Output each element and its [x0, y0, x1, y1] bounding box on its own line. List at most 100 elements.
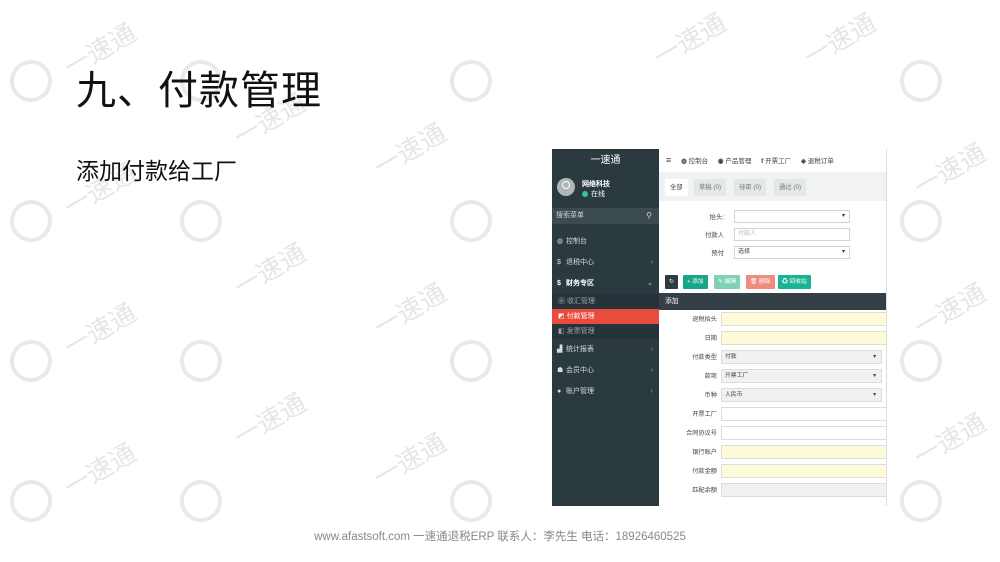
sidebar-item-members[interactable]: ☗ 会员中心 ‹ [552, 360, 659, 381]
sidebar-item-tax-refund[interactable]: $ 退税中心 ‹ [552, 252, 659, 273]
sidebar-subitem-payments[interactable]: ◩ 付款管理 [552, 309, 659, 324]
tab-pending[interactable]: 待审 (0) [734, 179, 767, 196]
filter-panel: 抬头: ▾ 付款人 付款人 预付 选择 ▾ [659, 201, 886, 269]
caret-down-icon: ▾ [873, 354, 876, 360]
field-label: 开票工厂 [692, 411, 717, 418]
factory-icon: f [761, 158, 764, 165]
menu-search[interactable]: 搜索菜单 ⚲ [552, 208, 659, 224]
add-button[interactable]: + 添加 [683, 275, 708, 289]
dashboard-icon: ◍ [681, 158, 687, 165]
watermark-text: 一速通 [648, 8, 732, 74]
footer-contact: www.afastsoft.com 一速通退税ERP 联系人：李先生 电话：18… [314, 531, 686, 543]
tab-approved[interactable]: 通过 (0) [774, 179, 807, 196]
user-status: 在线 [582, 189, 605, 199]
prepay-select[interactable]: 选择 ▾ [734, 246, 850, 259]
sidebar-item-finance[interactable]: $ 财务专区 ⌄ [552, 273, 659, 294]
recycle-bin-button[interactable]: ♻ 回收站 [778, 275, 811, 289]
form-row: 退税抬头 [659, 310, 886, 329]
watermark-text: 一速通 [798, 8, 882, 74]
sidebar-item-label: 财务专区 [566, 280, 594, 287]
app-screenshot: 一速通 网络科技 在线 搜索菜单 ⚲ ◍ 控制台 $ 退税中心 ‹ $ 财务专区 ⌄ ▦ … [552, 149, 887, 506]
info-icon: ● [557, 388, 562, 395]
delete-button[interactable]: 🗑 删除 [746, 275, 775, 289]
dialog-title: 添加 [659, 293, 886, 310]
sidebar-item-accounts[interactable]: ● 账户管理 ‹ [552, 381, 659, 402]
watermark-logo-icon [442, 192, 500, 250]
menu-toggle-icon[interactable]: ≡ [666, 155, 671, 165]
form-row: 款项 开票工厂 ▾ [659, 367, 886, 386]
refresh-button[interactable]: ↻ [665, 275, 678, 289]
watermark-logo-icon [892, 332, 950, 390]
watermark-logo-icon [442, 472, 500, 530]
chevron-down-icon: ⌄ [647, 280, 653, 287]
user-panel: 网络科技 在线 [552, 173, 659, 203]
payment-type-select[interactable]: 付款 ▾ [721, 350, 882, 364]
form-row: 匹配余额 [659, 481, 886, 500]
avatar[interactable] [557, 178, 575, 196]
sidebar-menu: ◍ 控制台 $ 退税中心 ‹ $ 财务专区 ⌄ ▦ 收汇管理 ◩ 付款管理 ◧ 发票管理 … [552, 231, 659, 402]
watermark-logo-icon [2, 52, 60, 110]
factory-input[interactable] [721, 407, 886, 421]
nav-dashboard[interactable]: ◍ 控制台 [681, 158, 708, 165]
header-select[interactable]: ▾ [734, 210, 850, 223]
nav-label: 开票工厂 [765, 158, 792, 165]
nav-orders[interactable]: ◈ 退税订单 [801, 158, 834, 165]
field-label: 银行账户 [692, 449, 717, 456]
users-icon: ☗ [557, 367, 564, 374]
toolbar: ↻ + 添加 ✎ 编辑 🗑 删除 ♻ 回收站 [659, 274, 886, 291]
field-label: 币种 [704, 392, 717, 399]
watermark-logo-icon [442, 52, 500, 110]
payment-amount-input[interactable] [721, 464, 886, 478]
nav-products[interactable]: ◉ 产品管理 [718, 158, 751, 165]
watermark-logo-icon [172, 472, 230, 530]
watermark-text: 一速通 [368, 118, 452, 184]
tab-draft[interactable]: 草稿 (0) [694, 179, 727, 196]
dollar-icon: $ [557, 280, 561, 287]
sidebar-item-reports[interactable]: ▟ 统计报表 ‹ [552, 339, 659, 360]
field-label: 退税抬头 [692, 316, 717, 323]
main-content: ≡ ◍ 控制台 ◉ 产品管理 f 开票工厂 ◈ 退税订单 全部 草稿 (0) 待… [659, 149, 886, 506]
search-icon[interactable]: ⚲ [642, 208, 652, 224]
select-value: 人民币 [725, 392, 743, 398]
select-value: 开票工厂 [725, 373, 749, 379]
caret-down-icon: ▾ [873, 392, 876, 398]
form-row: 付款金额 [659, 462, 886, 481]
sidebar-item-dashboard[interactable]: ◍ 控制台 [552, 231, 659, 252]
caret-down-icon: ▾ [841, 249, 845, 255]
tax-header-input[interactable] [721, 312, 886, 326]
sidebar-subitem-invoices[interactable]: ◧ 发票管理 [552, 324, 659, 339]
menu-search-input[interactable]: 搜索菜单 [552, 212, 584, 219]
prepay-label: 预付 [711, 250, 724, 257]
watermark-text: 一速通 [908, 408, 992, 474]
sidebar-subitem-receipts[interactable]: ▦ 收汇管理 [552, 294, 659, 309]
sidebar-subitem-label: 收汇管理 [566, 298, 595, 305]
currency-select[interactable]: 人民币 ▾ [721, 388, 882, 402]
watermark-text: 一速通 [368, 278, 452, 344]
edit-button[interactable]: ✎ 编辑 [714, 275, 741, 289]
field-label: 日期 [704, 335, 717, 342]
prepay-value: 选择 [738, 249, 751, 255]
watermark-text: 一速通 [908, 278, 992, 344]
tab-all[interactable]: 全部 [665, 179, 688, 196]
form-row: 日期 [659, 329, 886, 348]
payee-input[interactable]: 付款人 [734, 228, 850, 241]
watermark-logo-icon [172, 332, 230, 390]
bank-icon: ▦ [558, 298, 565, 305]
bank-account-input[interactable] [721, 445, 886, 459]
payment-item-select[interactable]: 开票工厂 ▾ [721, 369, 882, 383]
dollar-icon: $ [557, 259, 561, 266]
nav-factories[interactable]: f 开票工厂 [761, 158, 791, 165]
slide-subtitle: 添加付款给工厂 [76, 159, 237, 185]
watermark-logo-icon [892, 52, 950, 110]
form-row: 合同协议号 [659, 424, 886, 443]
date-input[interactable] [721, 331, 886, 345]
watermark-text: 一速通 [58, 298, 142, 364]
sidebar-item-label: 会员中心 [566, 367, 594, 374]
contract-number-input[interactable] [721, 426, 886, 440]
nav-label: 产品管理 [725, 158, 752, 165]
watermark-text: 一速通 [368, 428, 452, 494]
form-row: 开票工厂 [659, 405, 886, 424]
watermark-logo-icon [172, 192, 230, 250]
brand-title[interactable]: 一速通 [552, 149, 659, 173]
field-label: 付款类型 [692, 354, 717, 361]
